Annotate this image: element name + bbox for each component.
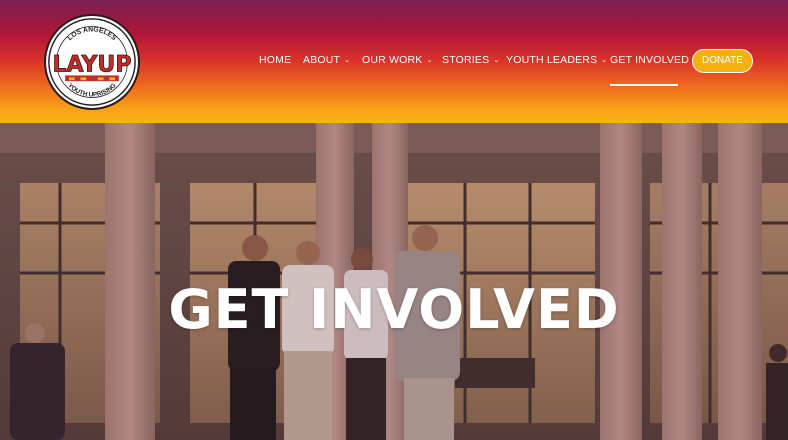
nav-about[interactable]: ABOUT ⌄ [303, 54, 350, 66]
nav-our-work-label: OUR WORK [362, 54, 423, 66]
nav-stories[interactable]: STORIES ⌄ [442, 54, 499, 66]
nav-home[interactable]: HOME [259, 54, 291, 66]
nav-our-work[interactable]: OUR WORK ⌄ [362, 54, 433, 66]
nav-stories-label: STORIES [442, 54, 490, 66]
donate-button[interactable]: DONATE [692, 49, 753, 73]
active-nav-underline [610, 84, 678, 86]
nav-youth-leaders[interactable]: YOUTH LEADERS ⌄ [506, 54, 607, 66]
chevron-down-icon: ⌄ [426, 57, 433, 64]
chevron-down-icon: ⌄ [601, 57, 608, 64]
nav-get-involved[interactable]: GET INVOLVED [610, 54, 689, 66]
page-title: GET INVOLVED [168, 278, 620, 341]
hero-section: GET INVOLVED [0, 123, 788, 440]
main-nav: HOME ABOUT ⌄ OUR WORK ⌄ STORIES ⌄ YOUTH LEA… [0, 48, 788, 74]
site-header: LOS ANGELES YOUTH UPRISING LAYUP HOME AB… [0, 0, 788, 123]
nav-youth-leaders-label: YOUTH LEADERS [506, 54, 598, 66]
chevron-down-icon: ⌄ [344, 57, 351, 64]
chevron-down-icon: ⌄ [493, 57, 500, 64]
nav-home-label: HOME [259, 54, 292, 66]
nav-get-involved-label: GET INVOLVED [610, 54, 690, 66]
nav-about-label: ABOUT [303, 54, 341, 66]
